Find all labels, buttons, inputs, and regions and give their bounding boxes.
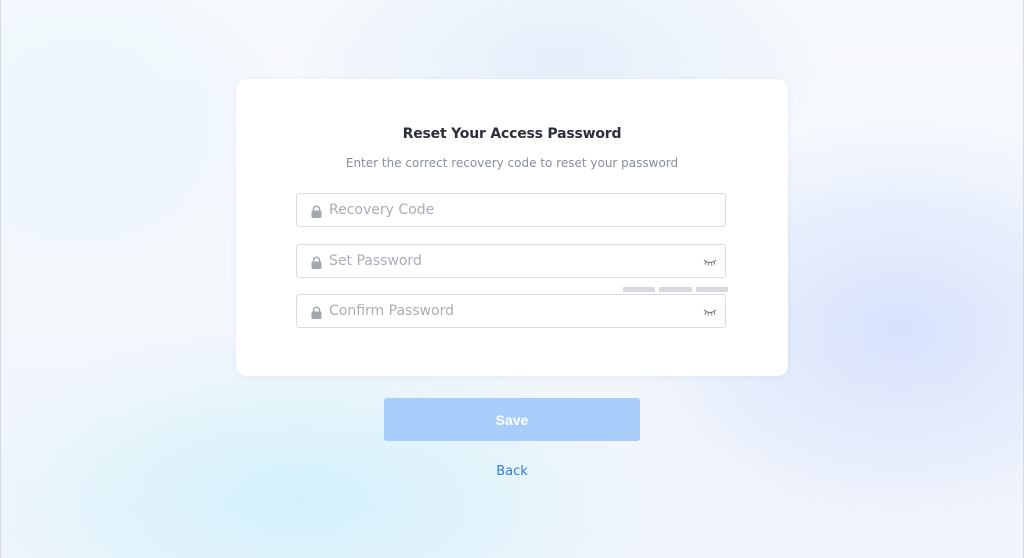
set-password-input[interactable] bbox=[329, 245, 689, 277]
lock-icon bbox=[311, 205, 322, 218]
save-button[interactable]: Save bbox=[384, 398, 640, 441]
eye-closed-icon[interactable] bbox=[703, 258, 717, 266]
set-password-field[interactable] bbox=[296, 244, 726, 278]
password-strength-meter bbox=[623, 287, 728, 292]
recovery-code-input[interactable] bbox=[329, 194, 689, 226]
page-subtitle: Enter the correct recovery code to reset… bbox=[345, 156, 679, 170]
confirm-password-field[interactable] bbox=[296, 294, 726, 328]
lock-icon bbox=[311, 256, 322, 269]
strength-segment bbox=[623, 287, 656, 292]
back-link-row: Back bbox=[0, 464, 1024, 479]
confirm-password-input[interactable] bbox=[329, 295, 689, 327]
lock-icon bbox=[311, 306, 322, 319]
reset-password-card: Reset Your Access Password Enter the cor… bbox=[236, 79, 788, 376]
page-title: Reset Your Access Password bbox=[402, 126, 622, 142]
recovery-code-field[interactable] bbox=[296, 193, 726, 227]
back-link[interactable]: Back bbox=[496, 464, 528, 479]
strength-segment bbox=[659, 287, 692, 292]
eye-closed-icon[interactable] bbox=[703, 308, 717, 316]
strength-segment bbox=[695, 287, 728, 292]
